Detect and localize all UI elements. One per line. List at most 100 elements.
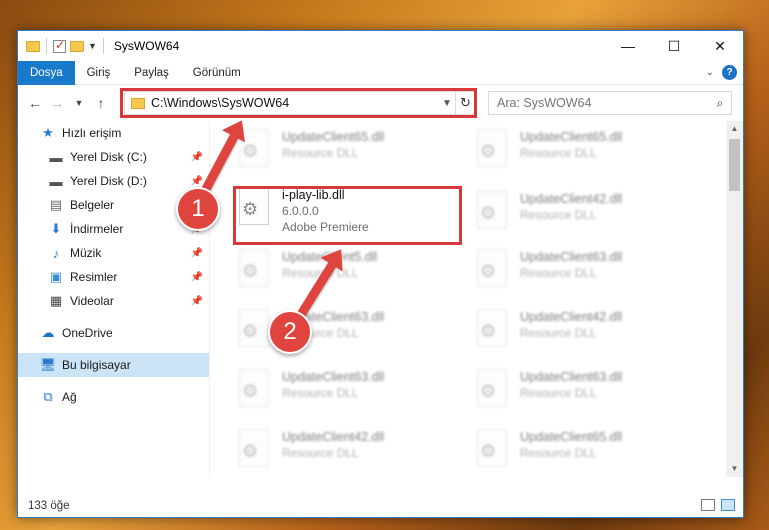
large-icons-view-icon[interactable] bbox=[721, 499, 735, 511]
sidebar-item-label: Müzik bbox=[70, 246, 102, 260]
file-name: UpdateClient65.dll bbox=[520, 430, 623, 444]
sidebar-item-this-pc[interactable]: 🖥 Bu bilgisayar bbox=[18, 353, 209, 377]
chevron-down-icon[interactable]: ▼ bbox=[439, 98, 455, 109]
ribbon-tabs: Dosya Giriş Paylaş Görünüm ⌄ ? bbox=[18, 60, 743, 85]
window-title: SysWOW64 bbox=[113, 39, 180, 53]
file-name: UpdateClient42.dll bbox=[520, 310, 623, 324]
tab-share[interactable]: Paylaş bbox=[122, 61, 181, 85]
sidebar-item-onedrive[interactable]: ☁ OneDrive bbox=[18, 321, 209, 345]
file-tile[interactable]: ⚙ UpdateClient42.dll Resource DLL bbox=[462, 305, 682, 361]
customize-toolbar-icon[interactable]: ▼ bbox=[88, 41, 97, 51]
expand-ribbon-icon[interactable]: ⌄ bbox=[706, 67, 714, 78]
dll-file-icon: ⚙ bbox=[474, 429, 510, 473]
address-path[interactable]: C:\Windows\SysWOW64 bbox=[151, 96, 439, 110]
dll-file-icon: ⚙ bbox=[474, 249, 510, 293]
file-name: UpdateClient65.dll bbox=[520, 130, 623, 144]
folder-icon bbox=[131, 97, 145, 109]
up-arrow-icon[interactable]: ↑ bbox=[90, 95, 112, 111]
file-tile[interactable]: ⚙ UpdateClient63.dll Resource DLL bbox=[462, 245, 682, 301]
tab-view[interactable]: Görünüm bbox=[181, 61, 253, 85]
file-description: Resource DLL bbox=[520, 146, 597, 160]
sidebar-item-videos[interactable]: ▦ Videolar 📌 bbox=[18, 289, 209, 313]
title-bar: ▼ SysWOW64 — ☐ ✕ bbox=[18, 31, 743, 61]
quick-access-toolbar: ▼ bbox=[18, 38, 106, 54]
file-explorer-window: ▼ SysWOW64 — ☐ ✕ Dosya Giriş Paylaş Görü… bbox=[17, 30, 744, 518]
forward-arrow-icon[interactable]: → bbox=[46, 95, 68, 111]
pictures-icon: ▣ bbox=[49, 269, 63, 284]
divider bbox=[102, 38, 104, 54]
dll-file-icon: ⚙ bbox=[474, 369, 510, 413]
minimize-button[interactable]: — bbox=[605, 31, 651, 61]
pin-icon[interactable]: 📌 bbox=[191, 272, 203, 283]
scroll-up-icon[interactable]: ▲ bbox=[726, 121, 743, 137]
scrollbar-thumb[interactable] bbox=[729, 139, 740, 191]
search-icon[interactable]: ⌕ bbox=[709, 96, 731, 111]
dll-file-icon: ⚙ bbox=[236, 369, 272, 413]
file-tile[interactable]: ⚙ UpdateClient65.dll Resource DLL bbox=[462, 425, 682, 477]
vertical-scrollbar[interactable]: ▲ ▼ bbox=[726, 121, 743, 477]
dll-file-icon: ⚙ bbox=[236, 309, 272, 353]
search-box[interactable]: ⌕ bbox=[488, 91, 732, 115]
close-button[interactable]: ✕ bbox=[697, 31, 743, 61]
sidebar-item-label: İndirmeler bbox=[70, 222, 124, 236]
drive-icon: ▬ bbox=[49, 149, 63, 165]
pin-icon[interactable]: 📌 bbox=[191, 296, 203, 307]
file-tile[interactable]: ⚙ UpdateClient65.dll Resource DLL bbox=[462, 125, 682, 181]
search-input[interactable] bbox=[497, 96, 709, 110]
videos-icon: ▦ bbox=[49, 293, 63, 308]
file-name: UpdateClient65.dll bbox=[282, 130, 385, 144]
sidebar-item-disk-c[interactable]: ▬ Yerel Disk (C:) 📌 bbox=[18, 145, 209, 169]
dll-file-icon: ⚙ bbox=[236, 429, 272, 473]
help-icon[interactable]: ? bbox=[722, 65, 737, 80]
file-description: Resource DLL bbox=[520, 386, 597, 400]
caption-buttons: — ☐ ✕ bbox=[605, 31, 743, 61]
sidebar-item-label: Hızlı erişim bbox=[62, 126, 122, 140]
drive-icon: ▬ bbox=[49, 173, 63, 189]
folder-icon[interactable] bbox=[26, 40, 40, 52]
file-name: i-play-lib.dll bbox=[282, 188, 345, 202]
navigation-pane: ★ Hızlı erişim ▬ Yerel Disk (C:) 📌 ▬ Yer… bbox=[18, 121, 210, 477]
new-folder-icon[interactable] bbox=[70, 40, 84, 52]
cloud-icon: ☁ bbox=[41, 325, 55, 340]
sidebar-item-label: Ağ bbox=[62, 390, 77, 404]
file-tile[interactable]: ⚙ UpdateClient65.dll Resource DLL bbox=[224, 125, 444, 181]
tab-home[interactable]: Giriş bbox=[75, 61, 123, 85]
recent-locations-icon[interactable]: ▼ bbox=[68, 98, 90, 108]
file-tile[interactable]: ⚙ UpdateClient63.dll Resource DLL bbox=[224, 305, 444, 361]
navigation-bar: ← → ▼ ↑ C:\Windows\SysWOW64 ▼ ↻ ⌕ bbox=[18, 85, 743, 121]
scroll-down-icon[interactable]: ▼ bbox=[726, 461, 743, 477]
sidebar-item-label: OneDrive bbox=[62, 326, 113, 340]
file-list: ⚙ UpdateClient65.dll Resource DLL ⚙ Updat… bbox=[224, 121, 724, 477]
address-bar[interactable]: C:\Windows\SysWOW64 ▼ ↻ bbox=[124, 91, 476, 115]
dll-file-icon: ⚙ bbox=[474, 191, 510, 235]
pin-icon[interactable]: 📌 bbox=[191, 248, 203, 259]
dll-file-icon: ⚙ bbox=[474, 309, 510, 353]
sidebar-item-quick-access[interactable]: ★ Hızlı erişim bbox=[18, 121, 209, 145]
back-arrow-icon[interactable]: ← bbox=[24, 95, 46, 111]
file-tile[interactable]: ⚙ UpdateClient63.dll Resource DLL bbox=[224, 365, 444, 421]
sidebar-item-pictures[interactable]: ▣ Resimler 📌 bbox=[18, 265, 209, 289]
refresh-icon[interactable]: ↻ bbox=[455, 92, 475, 114]
tab-file[interactable]: Dosya bbox=[18, 60, 75, 85]
dll-file-icon: ⚙ bbox=[236, 249, 272, 293]
file-tile[interactable]: ⚙ UpdateClient42.dll Resource DLL bbox=[462, 187, 682, 243]
file-tile[interactable]: ⚙ UpdateClient63.dll Resource DLL bbox=[462, 365, 682, 421]
properties-icon[interactable] bbox=[53, 38, 66, 53]
file-description: Adobe Premiere bbox=[282, 220, 369, 234]
sidebar-item-disk-d[interactable]: ▬ Yerel Disk (D:) 📌 bbox=[18, 169, 209, 193]
file-version: 6.0.0.0 bbox=[282, 204, 319, 218]
pin-icon[interactable]: 📌 bbox=[191, 152, 203, 163]
sidebar-item-label: Belgeler bbox=[70, 198, 115, 212]
details-view-icon[interactable] bbox=[701, 499, 715, 511]
file-tile-i-play-lib[interactable]: ⚙ i-play-lib.dll 6.0.0.0 Adobe Premiere bbox=[224, 183, 444, 245]
file-description: Resource DLL bbox=[282, 446, 359, 460]
divider bbox=[46, 38, 47, 54]
dll-file-icon: ⚙ bbox=[236, 187, 272, 231]
pin-icon[interactable]: 📌 bbox=[191, 176, 203, 187]
download-icon: ⬇ bbox=[50, 221, 62, 236]
file-tile[interactable]: ⚙ UpdateClient42.dll Resource DLL bbox=[224, 425, 444, 477]
maximize-button[interactable]: ☐ bbox=[651, 31, 697, 61]
sidebar-item-network[interactable]: ⧉ Ağ bbox=[18, 385, 209, 409]
file-name: UpdateClient42.dll bbox=[282, 430, 385, 444]
sidebar-item-music[interactable]: ♪ Müzik 📌 bbox=[18, 241, 209, 265]
